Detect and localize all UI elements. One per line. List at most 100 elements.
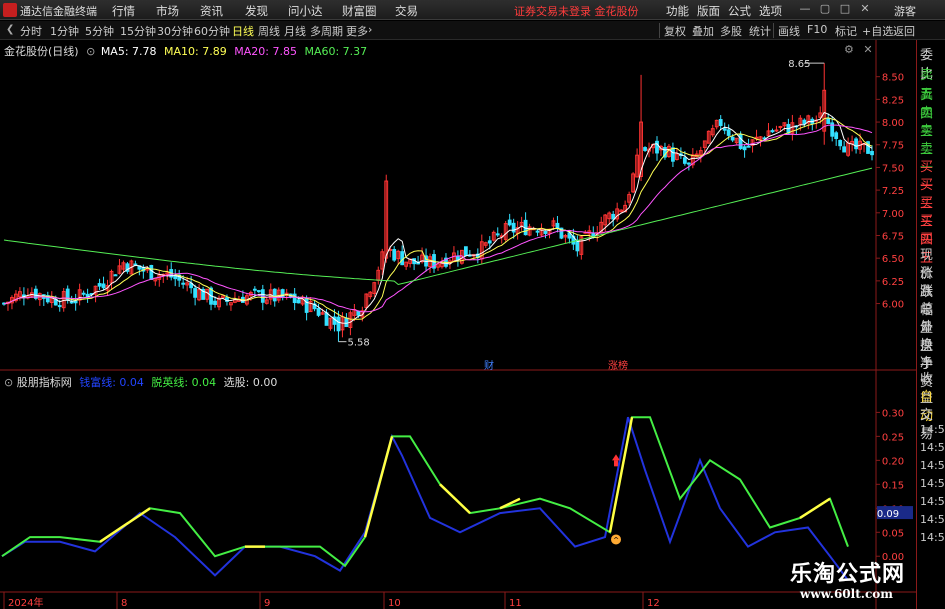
tool-adjust[interactable]: 复权 [664,23,686,39]
login-notice[interactable]: 证券交易未登录 金花股份 [514,3,639,19]
tab-daily[interactable]: 日线 [232,23,254,39]
menu-layout[interactable]: 版面 [697,3,720,19]
candle-body [774,129,779,132]
menu-function[interactable]: 功能 [666,3,689,19]
minimize-icon[interactable]: — [797,2,813,18]
watermark-url: www.60lt.com [800,587,893,601]
panel-close-icon[interactable]: ✕ [863,43,872,56]
tab-5min[interactable]: 5分钟 [85,23,114,39]
indicator-blue-line [1,416,849,581]
kline-chart[interactable]: ^ 8.50 8.25 8.00 7.75 7.50 7.25 7.00 6.75 6.50 6.… [0,40,916,609]
candle-body [113,274,118,277]
candle-body [344,317,349,328]
menu-formula[interactable]: 公式 [728,3,751,19]
candle-body [296,299,301,304]
period-toolbar: ❮ 分时 1分钟 5分钟 15分钟 30分钟 60分钟 日线 周线 月线 多周期… [0,21,945,40]
menu-bar: 通达信金融终端 行情 市场 资讯 发现 问小达 财富圈 交易 证券交易未登录 金… [0,0,945,20]
tab-15min[interactable]: 15分钟 [120,23,156,39]
tool-multi-stock[interactable]: 多股 [720,23,742,39]
candle-body [655,140,659,154]
menu-quotes[interactable]: 行情 [112,3,135,19]
sidebar-time: 14:56 [920,477,945,490]
indicator-settings-icon[interactable]: ⊙ [4,376,13,389]
candle-body [742,146,747,151]
menu-trade[interactable]: 交易 [395,3,418,19]
tab-1min[interactable]: 1分钟 [50,23,79,39]
indicator-line1-label: 钱富线: 0.04 [79,376,144,389]
tool-stats[interactable]: 统计 [749,23,771,39]
restore-icon[interactable]: ▢ [817,2,833,18]
price-tick-label: 7.50 [882,163,904,174]
guest-label[interactable]: 游客 [894,3,916,19]
candle-body [316,308,321,316]
candle-body [838,140,843,147]
settings-icon[interactable]: ⊙ [86,45,95,58]
candle-body [671,147,675,162]
indicator-yellow-segment [608,416,634,533]
candle-body [754,136,759,139]
tab-multi-period[interactable]: 多周期 [310,23,343,39]
tool-back[interactable]: 返回 [893,23,915,39]
tool-draw[interactable]: 画线 [778,23,800,39]
candle-body [400,251,405,266]
event-label-limit: 涨榜 [608,359,628,372]
maximize-icon[interactable]: □ [837,2,853,18]
chart-settings-icon[interactable]: ⚙ [844,43,854,56]
menu-market[interactable]: 市场 [156,3,179,19]
xaxis-label: 2024年 [8,596,43,609]
tool-mark[interactable]: 标记 [835,23,857,39]
toolbar-divider [773,23,774,38]
low-label: 5.58 [347,338,369,349]
tab-30min[interactable]: 30分钟 [157,23,193,39]
candle-body [778,126,783,129]
tab-intraday[interactable]: 分时 [20,23,42,39]
candle-body [511,222,516,233]
menu-news[interactable]: 资讯 [200,3,223,19]
tool-overlay[interactable]: 叠加 [692,23,714,39]
candle-body [682,157,687,164]
price-tick-label: 6.75 [882,231,904,242]
ma5-label: MA5: 7.78 [100,45,157,58]
candle-body [643,147,647,151]
xaxis-label: 12 [647,598,660,609]
menu-options[interactable]: 选项 [759,3,782,19]
menu-ask[interactable]: 问小达 [288,3,323,19]
candle-body [854,138,858,150]
candle-body [101,283,106,289]
indicator-name[interactable]: 股朋指标网 [17,376,72,389]
tab-weekly[interactable]: 周线 [258,23,280,39]
candle-body [686,162,691,165]
sidebar-time: 14:56 [920,513,945,526]
indicator-current-value: 0.09 [877,509,899,520]
more-chevron-icon[interactable]: › [368,23,372,36]
tab-60min[interactable]: 60分钟 [194,23,230,39]
indicator-tick-label: 0.30 [882,408,904,419]
indicator-tick-label: 0.25 [882,432,904,443]
candle-body [730,136,735,141]
indicator-tick-label: 0.05 [882,528,904,539]
tool-f10[interactable]: F10 [807,23,827,36]
candle-body [336,316,341,332]
sidebar-time: 14:56 [920,531,945,544]
candle-body [356,310,361,316]
menu-wealth[interactable]: 财富圈 [342,3,377,19]
stock-title[interactable]: 金花股份(日线) [4,45,79,58]
close-icon[interactable]: ✕ [857,2,873,18]
candle-body [456,256,460,261]
tool-add-watchlist[interactable]: +自选 [862,23,893,39]
price-tick-label: 6.25 [882,277,904,288]
tab-more[interactable]: 更多 [346,23,368,39]
candle-body [69,301,74,304]
xaxis-label: 10 [388,598,401,609]
tab-monthly[interactable]: 月线 [284,23,306,39]
ma60-label: MA60: 7.37 [304,45,368,58]
chevron-left-icon[interactable]: ❮ [6,24,16,36]
candle-body [770,130,775,133]
menu-discover[interactable]: 发现 [245,3,268,19]
app-logo-icon [3,3,17,17]
panel-controls: ⚙ ✕ [844,43,873,56]
candle-body [149,264,154,280]
candle-body [535,230,540,233]
toolbar-divider [659,23,660,38]
candle-body [463,246,468,256]
